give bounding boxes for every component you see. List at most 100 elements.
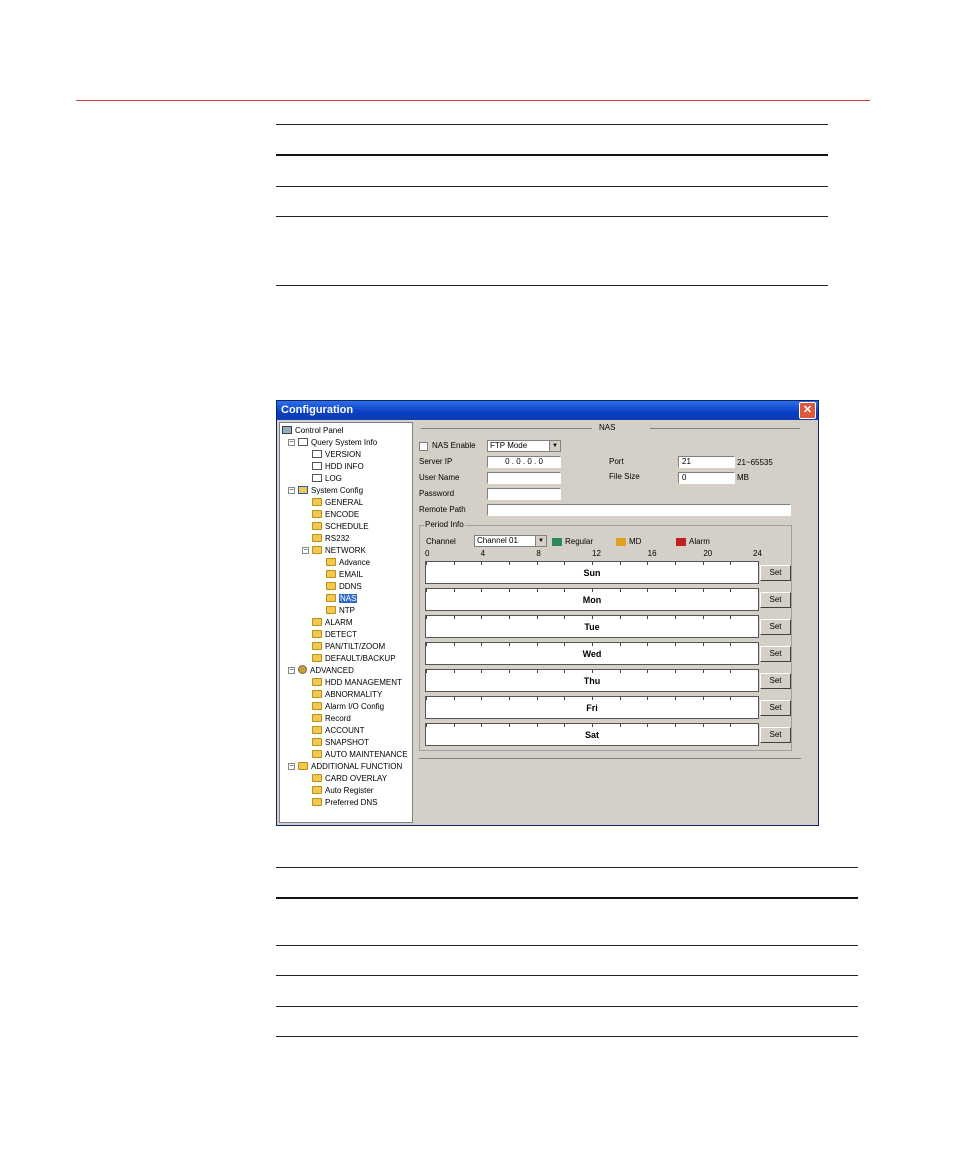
hour-tick <box>647 670 649 673</box>
system-config-icon <box>298 485 308 494</box>
tree-item[interactable]: NAS <box>326 593 358 605</box>
tree-item-label: PAN/TILT/ZOOM <box>325 642 386 651</box>
hour-tick <box>675 616 676 619</box>
collapse-toggle-icon[interactable]: − <box>288 487 295 494</box>
tree-item[interactable]: GENERAL <box>312 497 363 509</box>
tree-item[interactable]: Advance <box>326 557 370 569</box>
collapse-toggle-icon[interactable]: − <box>288 439 295 446</box>
tree-item-label: ADDITIONAL FUNCTION <box>311 762 403 771</box>
table-rule <box>276 975 858 976</box>
hour-tick <box>481 724 483 727</box>
tree-item[interactable]: NTP <box>326 605 355 617</box>
server-ip-label: Server IP <box>419 457 453 466</box>
tree-item[interactable]: ENCODE <box>312 509 359 521</box>
tree-item[interactable]: LOG <box>312 473 342 485</box>
tree-item[interactable]: Record <box>312 713 351 725</box>
nas-enable-checkbox[interactable] <box>419 442 428 451</box>
collapse-toggle-icon[interactable]: − <box>288 763 295 770</box>
day-schedule-bar[interactable]: Thu <box>425 669 759 692</box>
tree-item-label: DEFAULT/BACKUP <box>325 654 396 663</box>
tree-item[interactable]: Alarm I/O Config <box>312 701 384 713</box>
set-button[interactable]: Set <box>760 673 791 689</box>
collapse-toggle-icon[interactable]: − <box>302 547 309 554</box>
user-name-field[interactable] <box>487 472 561 484</box>
tree-item[interactable]: SCHEDULE <box>312 521 369 533</box>
tree-item-label: Record <box>325 714 351 723</box>
hour-tick <box>619 724 621 727</box>
hour-tick <box>564 697 566 700</box>
hour-tick <box>592 616 593 619</box>
hour-tick <box>453 589 455 592</box>
set-button[interactable]: Set <box>760 592 791 608</box>
tree-item[interactable]: EMAIL <box>326 569 363 581</box>
hour-tick <box>592 643 593 646</box>
server-ip-field[interactable]: 0 . 0 . 0 . 0 <box>487 456 561 468</box>
set-button[interactable]: Set <box>760 565 791 581</box>
folder-icon <box>312 773 322 782</box>
tree-item[interactable]: ALARM <box>312 617 353 629</box>
day-schedule-bar[interactable]: Sat <box>425 723 759 746</box>
hour-tick <box>564 562 566 565</box>
tree-item[interactable]: HDD MANAGEMENT <box>312 677 402 689</box>
configuration-window: Configuration ✕ Control Panel − Query Syst… <box>276 400 819 826</box>
set-button[interactable]: Set <box>760 727 791 743</box>
set-button[interactable]: Set <box>760 646 791 662</box>
tree-item-label: DETECT <box>325 630 357 639</box>
tree-item[interactable]: HDD INFO <box>312 461 364 473</box>
mode-select[interactable]: FTP Mode ▼ <box>487 440 561 452</box>
tree-item[interactable]: DDNS <box>326 581 362 593</box>
password-field[interactable] <box>487 488 561 500</box>
tree-item[interactable]: Auto Register <box>312 785 373 797</box>
tree-item-label: DDNS <box>339 582 362 591</box>
tree-item-label: Auto Register <box>325 786 374 795</box>
table-rule <box>276 1006 858 1007</box>
title-bar[interactable]: Configuration ✕ <box>277 401 818 420</box>
hour-tick <box>730 562 732 565</box>
user-name-label: User Name <box>419 473 460 482</box>
file-size-field[interactable]: 0 <box>678 472 735 484</box>
tree-item[interactable]: PAN/TILT/ZOOM <box>312 641 385 653</box>
set-button[interactable]: Set <box>760 700 791 716</box>
tree-item[interactable]: − ADVANCED <box>288 665 354 677</box>
folder-icon <box>312 629 322 638</box>
tree-item[interactable]: − System Config <box>288 485 363 497</box>
collapse-toggle-icon[interactable]: − <box>288 667 295 674</box>
set-button[interactable]: Set <box>760 619 791 635</box>
folder-icon <box>312 749 322 758</box>
tree-item[interactable]: Control Panel <box>282 425 343 437</box>
tree-item[interactable]: VERSION <box>312 449 361 461</box>
tree-item[interactable]: Preferred DNS <box>312 797 377 809</box>
tree-item[interactable]: ABNORMALITY <box>312 689 382 701</box>
day-schedule-bar[interactable]: Mon <box>425 588 759 611</box>
remote-path-field[interactable] <box>487 504 791 516</box>
day-schedule-bar[interactable]: Sun <box>425 561 759 584</box>
close-icon: ✕ <box>802 404 813 416</box>
tree-item[interactable]: − Query System Info <box>288 437 377 449</box>
day-label: Thu <box>583 676 601 686</box>
nas-settings-panel: NAS NAS Enable FTP Mode ▼ Server IP 0 . … <box>415 422 816 825</box>
day-schedule-bar[interactable]: Tue <box>425 615 759 638</box>
tree-item[interactable]: CARD OVERLAY <box>312 773 387 785</box>
tree-item[interactable]: SNAPSHOT <box>312 737 369 749</box>
port-field[interactable]: 21 <box>678 456 735 468</box>
hour-tick <box>453 643 455 646</box>
tree-item[interactable]: AUTO MAINTENANCE <box>312 749 408 761</box>
day-schedule-bar[interactable]: Wed <box>425 642 759 665</box>
tree-item[interactable]: RS232 <box>312 533 349 545</box>
day-schedule-bar[interactable]: Fri <box>425 696 759 719</box>
document-icon <box>312 449 322 458</box>
tree-item-label: Preferred DNS <box>325 798 378 807</box>
close-button[interactable]: ✕ <box>799 402 816 419</box>
tree-item[interactable]: DEFAULT/BACKUP <box>312 653 396 665</box>
tree-item[interactable]: − ADDITIONAL FUNCTION <box>288 761 403 773</box>
hour-tick <box>426 670 427 673</box>
tree-item[interactable]: ACCOUNT <box>312 725 365 737</box>
tree-item-label: AUTO MAINTENANCE <box>325 750 408 759</box>
day-label: Fri <box>586 703 598 713</box>
navigation-tree[interactable]: Control Panel − Query System Info VERSION HD… <box>279 422 413 823</box>
tree-item[interactable]: DETECT <box>312 629 357 641</box>
hour-tick <box>564 643 566 646</box>
hour-tick <box>702 589 704 592</box>
day-label: Wed <box>582 649 602 659</box>
tree-item[interactable]: − NETWORK <box>302 545 366 557</box>
